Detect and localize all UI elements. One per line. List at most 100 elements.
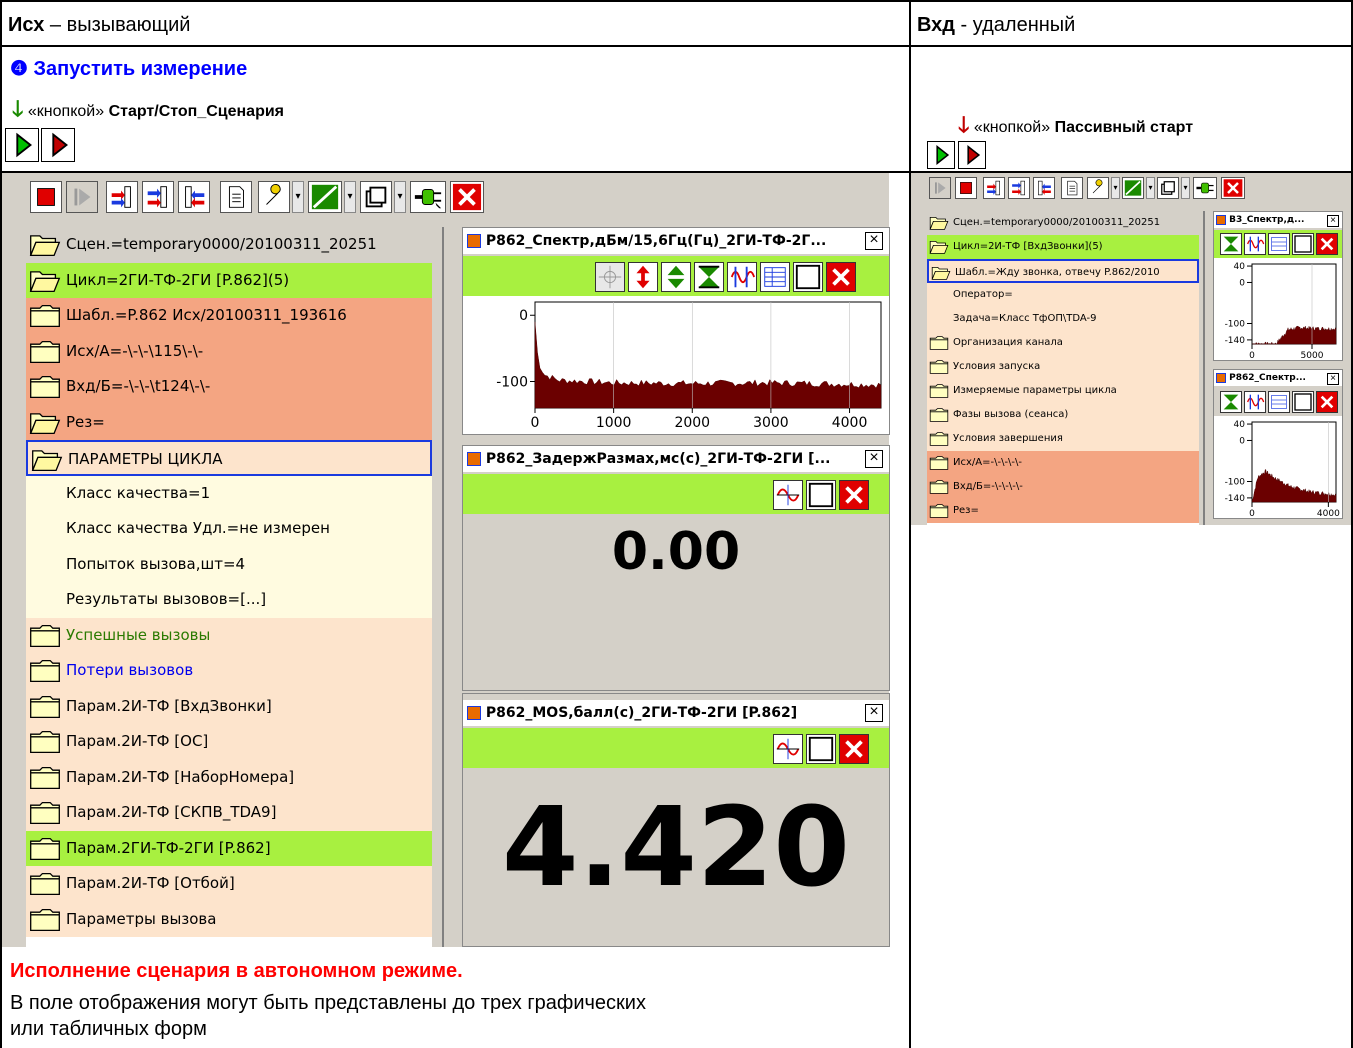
- tree-item-row[interactable]: Шабл.=P.862 Исх/20100311_193616: [26, 298, 432, 334]
- tree-item-row[interactable]: Параметры вызова: [26, 901, 432, 937]
- diagonal-dropdown[interactable]: ▾: [344, 181, 356, 213]
- insert-right-button[interactable]: [983, 177, 1005, 199]
- document-button[interactable]: [220, 181, 252, 213]
- insert-left-button[interactable]: [178, 181, 210, 213]
- window-button[interactable]: [360, 181, 392, 213]
- small-tree-item-row[interactable]: Цикл=2И-ТФ [ВхдЗвонки](5): [927, 235, 1199, 259]
- tree-scrollbar[interactable]: [433, 227, 441, 947]
- insert-right-button[interactable]: [106, 181, 138, 213]
- window-button[interactable]: [1157, 177, 1179, 199]
- stop-button[interactable]: [30, 181, 62, 213]
- tree-item-row[interactable]: Парам.2И-ТФ [НаборНомера]: [26, 759, 432, 795]
- delay-close-icon[interactable]: ×: [865, 450, 883, 468]
- vertical-zoom-button[interactable]: [628, 262, 658, 292]
- insert-both-button[interactable]: [1008, 177, 1030, 199]
- start-scenario-button[interactable]: [5, 128, 39, 162]
- table-view-button[interactable]: [1268, 233, 1290, 255]
- passive-stop-button[interactable]: [958, 141, 986, 169]
- maximize-button[interactable]: [806, 480, 836, 510]
- mos-window[interactable]: P862_MOS,балл(с)_2ГИ-ТФ-2ГИ [P.862] × 4.…: [462, 693, 890, 947]
- small-close-icon[interactable]: ×: [1327, 373, 1339, 385]
- small-window-titlebar[interactable]: P862_Спектр...: [1214, 370, 1342, 386]
- tree-item-row[interactable]: Парам.2И-ТФ [Отбой]: [26, 866, 432, 902]
- small-spectrum-window-2[interactable]: P862_Спектр... × 0 4000 40 0 -100 -140: [1213, 369, 1343, 519]
- small-tree-item-row[interactable]: Организация канала: [927, 331, 1199, 355]
- tree-item-row[interactable]: Парам.2И-ТФ [ОС]: [26, 724, 432, 760]
- tree-item-row[interactable]: Сцен.=temporary0000/20100311_20251: [26, 227, 432, 263]
- small-tree-item-row[interactable]: Шабл.=Жду звонка, отвечу P.862/2010: [927, 259, 1199, 283]
- small-tree-item-row[interactable]: Оператор=: [927, 283, 1199, 307]
- crosshair-button[interactable]: [595, 262, 625, 292]
- close-app-button[interactable]: [1221, 177, 1245, 199]
- tree-item-row[interactable]: Попыток вызова,шт=4: [26, 546, 432, 582]
- diagonal-dropdown[interactable]: ▾: [1146, 177, 1155, 199]
- maximize-button[interactable]: [1292, 233, 1314, 255]
- close-chart-button[interactable]: [1316, 391, 1338, 413]
- connect-button[interactable]: [1193, 177, 1217, 199]
- small-tree-item-row[interactable]: Исх/А=-\-\-\-\-: [927, 451, 1199, 475]
- spectrum-close-icon[interactable]: ×: [865, 232, 883, 250]
- tree-item-row[interactable]: Парам.2И-ТФ [СКПВ_TDA9]: [26, 795, 432, 831]
- close-chart-button[interactable]: [839, 734, 869, 764]
- wrench-button[interactable]: [1087, 177, 1109, 199]
- stop-button[interactable]: [955, 177, 977, 199]
- window-dropdown[interactable]: ▾: [1181, 177, 1190, 199]
- tree-item-row[interactable]: Исх/А=-\-\-\115\-\-: [26, 333, 432, 369]
- connect-button[interactable]: [410, 181, 446, 213]
- maximize-button[interactable]: [793, 262, 823, 292]
- table-view-button[interactable]: [1268, 391, 1290, 413]
- tree-item-row[interactable]: Цикл=2ГИ-ТФ-2ГИ [P.862](5): [26, 262, 432, 298]
- mos-close-icon[interactable]: ×: [865, 704, 883, 722]
- spectrum-window[interactable]: P862_Спектр,дБм/15,6Гц(Гц)_2ГИ-ТФ-2Г... …: [462, 227, 890, 435]
- signal-button[interactable]: [1244, 391, 1266, 413]
- tree-item-row[interactable]: Парам.2ГИ-ТФ-2ГИ [P.862]: [26, 830, 432, 866]
- close-chart-button[interactable]: [1316, 233, 1338, 255]
- close-app-button[interactable]: [450, 181, 484, 213]
- play-disabled-button[interactable]: [929, 177, 951, 199]
- small-tree-item-row[interactable]: Рез=: [927, 499, 1199, 523]
- signal-button[interactable]: [1244, 233, 1266, 255]
- insert-left-button[interactable]: [1033, 177, 1055, 199]
- signal-button[interactable]: [727, 262, 757, 292]
- tree-item-row[interactable]: Рез=: [26, 404, 432, 440]
- tree-item-row[interactable]: Вхд/Б=-\-\-\t124\-\-: [26, 369, 432, 405]
- insert-both-button[interactable]: [142, 181, 174, 213]
- tree-item-row[interactable]: Успешные вызовы: [26, 617, 432, 653]
- play-disabled-button[interactable]: [66, 181, 98, 213]
- wrench-dropdown[interactable]: ▾: [292, 181, 304, 213]
- mos-window-titlebar[interactable]: P862_MOS,балл(с)_2ГИ-ТФ-2ГИ [P.862]: [463, 700, 889, 726]
- table-view-button[interactable]: [760, 262, 790, 292]
- signal-toggle-button[interactable]: [773, 734, 803, 764]
- window-dropdown[interactable]: ▾: [394, 181, 406, 213]
- tree-item-row[interactable]: Класс качества=1: [26, 475, 432, 511]
- small-tree-item-row[interactable]: Задача=Класс ТфОП\TDA-9: [927, 307, 1199, 331]
- hourglass-button[interactable]: [1220, 233, 1242, 255]
- maximize-button[interactable]: [806, 734, 836, 764]
- diagonal-button[interactable]: [308, 181, 342, 213]
- spectrum-window-titlebar[interactable]: P862_Спектр,дБм/15,6Гц(Гц)_2ГИ-ТФ-2Г...: [463, 228, 889, 254]
- small-spectrum-window-1[interactable]: В3_Спектр,д... × 0 5000 40 0 -100 -140: [1213, 211, 1343, 361]
- hourglass-button[interactable]: [694, 262, 724, 292]
- small-tree-item-row[interactable]: Измеряемые параметры цикла: [927, 379, 1199, 403]
- maximize-button[interactable]: [1292, 391, 1314, 413]
- signal-toggle-button[interactable]: [773, 480, 803, 510]
- passive-start-button[interactable]: [927, 141, 955, 169]
- small-tree-item-row[interactable]: Вхд/Б=-\-\-\-\-: [927, 475, 1199, 499]
- pane-splitter[interactable]: [1203, 211, 1205, 525]
- tree-item-row[interactable]: Парам.2И-ТФ [ВхдЗвонки]: [26, 688, 432, 724]
- tree-item-row[interactable]: Потери вызовов: [26, 653, 432, 689]
- vertical-shift-button[interactable]: [661, 262, 691, 292]
- stop-scenario-button[interactable]: [41, 128, 75, 162]
- small-tree-item-row[interactable]: Условия запуска: [927, 355, 1199, 379]
- small-tree-item-row[interactable]: Фазы вызова (сеанса): [927, 403, 1199, 427]
- wrench-dropdown[interactable]: ▾: [1111, 177, 1120, 199]
- small-tree-item-row[interactable]: Сцен.=temporary0000/20100311_20251: [927, 211, 1199, 235]
- hourglass-button[interactable]: [1220, 391, 1242, 413]
- document-button[interactable]: [1061, 177, 1083, 199]
- small-window-titlebar[interactable]: В3_Спектр,д...: [1214, 212, 1342, 228]
- diagonal-button[interactable]: [1122, 177, 1144, 199]
- close-chart-button[interactable]: [826, 262, 856, 292]
- tree-item-row[interactable]: Результаты вызовов=[...]: [26, 582, 432, 618]
- tree-item-row[interactable]: ПАРАМЕТРЫ ЦИКЛА: [26, 440, 432, 476]
- pane-splitter[interactable]: [442, 227, 444, 947]
